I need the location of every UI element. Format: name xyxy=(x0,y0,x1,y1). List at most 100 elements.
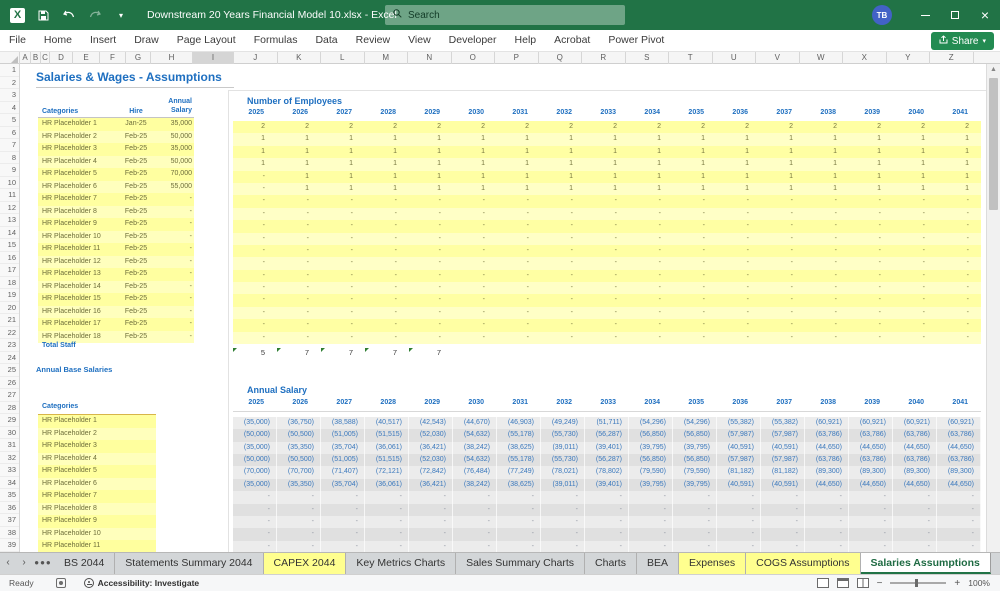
column-header-a[interactable]: A xyxy=(20,52,31,64)
column-header-g[interactable]: G xyxy=(126,52,151,64)
staff-row[interactable]: HR Placeholder 1 Jan-25 35,000 xyxy=(38,118,194,131)
employees-row[interactable]: ----------------- xyxy=(233,282,981,295)
column-header-b[interactable]: B xyxy=(31,52,41,64)
staff-row[interactable]: HR Placeholder 7 Feb-25 - xyxy=(38,193,194,206)
sheet-nav-right-icon[interactable]: › xyxy=(16,553,32,574)
row-header-33[interactable]: 33 xyxy=(0,464,19,477)
row-header-15[interactable]: 15 xyxy=(0,239,19,252)
row-header-30[interactable]: 30 xyxy=(0,427,19,439)
column-header-v[interactable]: V xyxy=(756,52,800,64)
ribbon-tab-page-layout[interactable]: Page Layout xyxy=(168,30,245,51)
staff-row[interactable]: HR Placeholder 10 Feb-25 - xyxy=(38,230,194,243)
column-header-z[interactable]: Z xyxy=(930,52,974,64)
column-header-w[interactable]: W xyxy=(800,52,843,64)
sheet-tab-cogs-assumptions[interactable]: COGS Assumptions xyxy=(746,553,861,574)
column-header-d[interactable]: D xyxy=(50,52,73,64)
ribbon-tab-formulas[interactable]: Formulas xyxy=(245,30,307,51)
page-layout-view-icon[interactable] xyxy=(836,578,849,588)
column-header-i[interactable]: I xyxy=(193,52,234,64)
staff-row[interactable]: HR Placeholder 14 Feb-25 - xyxy=(38,280,194,293)
staff-row[interactable]: HR Placeholder 9 Feb-25 - xyxy=(38,218,194,231)
column-header-p[interactable]: P xyxy=(495,52,539,64)
macro-record-icon[interactable] xyxy=(55,578,66,588)
salary-row[interactable]: (70,000) (70,700) (71,407) (72,121) (72,842)… xyxy=(233,466,981,479)
row-header-11[interactable]: 11 xyxy=(0,189,19,202)
row-header-17[interactable]: 17 xyxy=(0,264,19,277)
base-salary-category[interactable]: HR Placeholder 1 xyxy=(38,415,156,428)
employees-row[interactable]: ----------------- xyxy=(233,319,981,332)
employees-row[interactable]: ----------------- xyxy=(233,244,981,258)
sheet-tab-chart-d[interactable]: Chart D xyxy=(991,553,1000,574)
column-header-j[interactable]: J xyxy=(234,52,278,64)
row-header-35[interactable]: 35 xyxy=(0,489,19,502)
share-button[interactable]: Share ▾ xyxy=(930,32,994,50)
worksheet[interactable]: Salaries & Wages - Assumptions Categorie… xyxy=(0,64,1000,552)
sheet-tab-salaries-assumptions[interactable]: Salaries Assumptions xyxy=(860,553,991,574)
restore-button[interactable] xyxy=(940,0,970,30)
staff-row[interactable]: HR Placeholder 4 Feb-25 50,000 xyxy=(38,155,194,168)
sheet-tab-capex-2044[interactable]: CAPEX 2044 xyxy=(263,553,347,574)
row-header-5[interactable]: 5 xyxy=(0,114,19,127)
employees-row[interactable]: ----------------- xyxy=(233,269,981,283)
column-header-s[interactable]: S xyxy=(626,52,669,64)
row-header-31[interactable]: 31 xyxy=(0,439,19,452)
base-salary-category[interactable]: HR Placeholder 8 xyxy=(38,502,156,515)
ribbon-tab-power-pivot[interactable]: Power Pivot xyxy=(599,30,673,51)
sheet-tab-sales-summary-charts[interactable]: Sales Summary Charts xyxy=(456,553,586,574)
staff-row[interactable]: HR Placeholder 11 Feb-25 - xyxy=(38,243,194,256)
minimize-button[interactable] xyxy=(910,0,940,30)
row-header-3[interactable]: 3 xyxy=(0,89,19,102)
normal-view-icon[interactable] xyxy=(816,578,829,588)
employees-row[interactable]: - 1 1 1 1 1 1 1 1 1 1 1 1 1 1 1 1 xyxy=(233,170,981,183)
sheet-tab-charts[interactable]: Charts xyxy=(585,553,637,574)
row-header-39[interactable]: 39 xyxy=(0,539,19,552)
column-header-r[interactable]: R xyxy=(582,52,626,64)
row-header-25[interactable]: 25 xyxy=(0,364,19,377)
row-header-24[interactable]: 24 xyxy=(0,352,19,364)
salary-row[interactable]: (50,000) (50,500) (51,005) (51,515) (52,030)… xyxy=(233,454,981,467)
staff-row[interactable]: HR Placeholder 15 Feb-25 - xyxy=(38,293,194,306)
row-header-27[interactable]: 27 xyxy=(0,389,19,402)
employees-row[interactable]: ----------------- xyxy=(233,195,981,208)
staff-row[interactable]: HR Placeholder 2 Feb-25 50,000 xyxy=(38,130,194,143)
ribbon-tab-insert[interactable]: Insert xyxy=(81,30,125,51)
employees-row[interactable]: ----------------- xyxy=(233,232,981,245)
ribbon-tab-home[interactable]: Home xyxy=(35,30,81,51)
row-header-18[interactable]: 18 xyxy=(0,277,19,289)
close-button[interactable]: × xyxy=(970,0,1000,30)
row-header-28[interactable]: 28 xyxy=(0,402,19,414)
column-header-t[interactable]: T xyxy=(669,52,713,64)
row-header-38[interactable]: 38 xyxy=(0,527,19,539)
base-salary-category[interactable]: HR Placeholder 9 xyxy=(38,515,156,528)
page-break-view-icon[interactable] xyxy=(856,578,869,588)
base-salary-category[interactable]: HR Placeholder 11 xyxy=(38,540,156,552)
salary-row[interactable]: ----------------- xyxy=(233,491,981,504)
vertical-scroll-thumb[interactable] xyxy=(989,78,998,210)
row-header-21[interactable]: 21 xyxy=(0,314,19,327)
ribbon-tab-developer[interactable]: Developer xyxy=(440,30,506,51)
employees-row[interactable]: 1 1 1 1 1 1 1 1 1 1 1 1 1 1 1 1 1 xyxy=(233,145,981,159)
row-header-1[interactable]: 1 xyxy=(0,64,19,77)
accessibility-status[interactable]: Accessibility: Investigate xyxy=(83,578,199,588)
row-header-20[interactable]: 20 xyxy=(0,302,19,314)
employees-row[interactable]: ----------------- xyxy=(233,306,981,320)
salary-row[interactable]: (35,000) (35,350) (35,704) (36,061) (36,421)… xyxy=(233,441,981,455)
row-header-9[interactable]: 9 xyxy=(0,164,19,177)
salary-row[interactable]: ----------------- xyxy=(233,515,981,529)
column-header-l[interactable]: L xyxy=(321,52,365,64)
base-salary-category[interactable]: HR Placeholder 7 xyxy=(38,490,156,503)
employees-row[interactable]: ----------------- xyxy=(233,294,981,307)
base-salary-category[interactable]: HR Placeholder 2 xyxy=(38,427,156,440)
row-header-29[interactable]: 29 xyxy=(0,414,19,427)
staff-row[interactable]: HR Placeholder 16 Feb-25 - xyxy=(38,305,194,318)
staff-row[interactable]: HR Placeholder 12 Feb-25 - xyxy=(38,255,194,268)
sheet-tab-key-metrics-charts[interactable]: Key Metrics Charts xyxy=(346,553,457,574)
employees-row[interactable]: ----------------- xyxy=(233,220,981,233)
staff-row[interactable]: HR Placeholder 3 Feb-25 35,000 xyxy=(38,143,194,156)
salary-row[interactable]: (35,000) (35,350) (35,704) (36,061) (36,421)… xyxy=(233,478,981,492)
column-header-k[interactable]: K xyxy=(278,52,321,64)
row-header-23[interactable]: 23 xyxy=(0,339,19,352)
row-header-37[interactable]: 37 xyxy=(0,514,19,527)
sheet-tab-statements-summary-2044[interactable]: Statements Summary 2044 xyxy=(115,553,264,574)
row-header-32[interactable]: 32 xyxy=(0,452,19,464)
